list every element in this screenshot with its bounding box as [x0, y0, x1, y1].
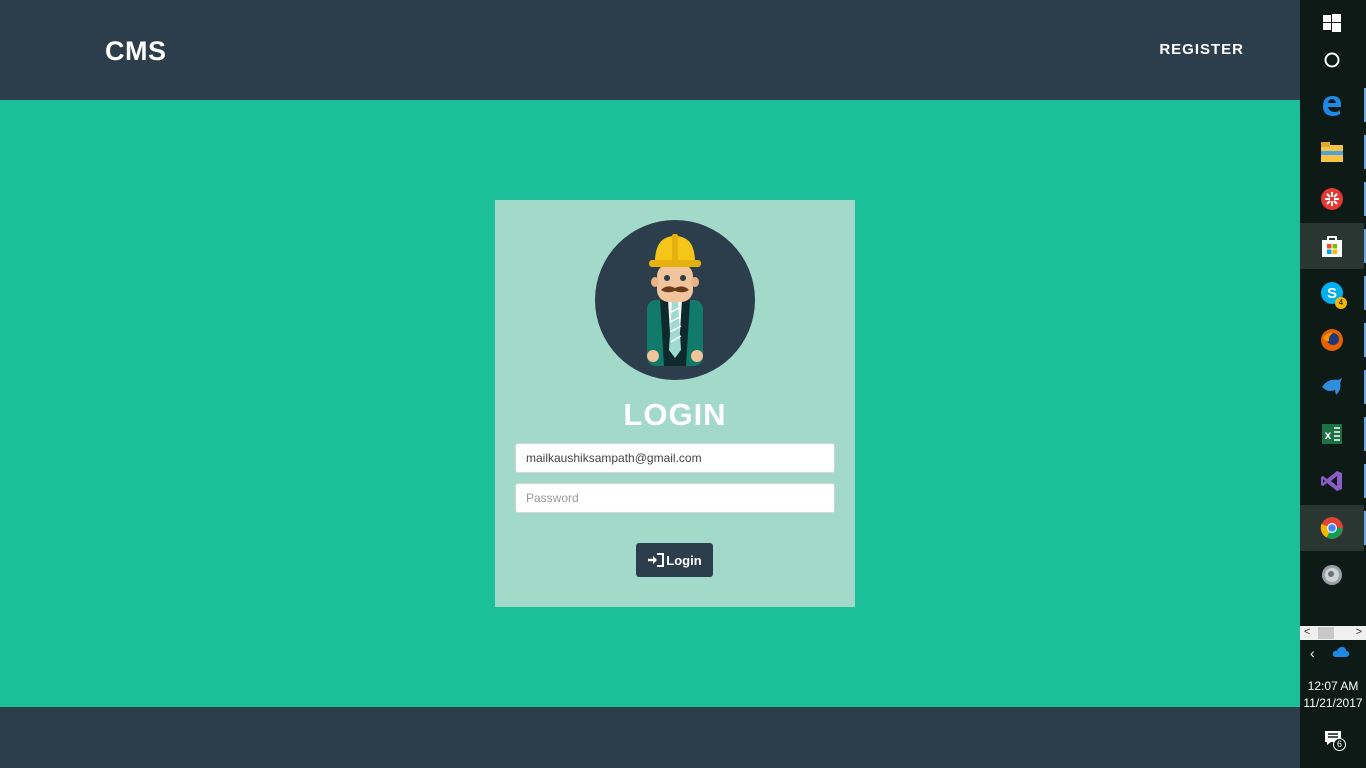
taskbar-edge[interactable] — [1300, 82, 1366, 128]
visual-studio-icon — [1321, 471, 1342, 491]
brand-logo[interactable]: CMS — [105, 36, 167, 66]
taskbar-scrollbar[interactable]: < > — [1300, 626, 1366, 640]
taskbar-file-explorer[interactable] — [1300, 129, 1366, 175]
edge-icon — [1323, 96, 1341, 116]
svg-text:x: x — [1325, 428, 1332, 442]
taskbar-skype[interactable]: S 4 — [1300, 270, 1366, 316]
disc-icon — [1322, 565, 1342, 585]
onedrive-icon[interactable] — [1332, 646, 1350, 658]
taskbar-chrome[interactable] — [1300, 505, 1366, 551]
taskbar-red-app[interactable] — [1300, 176, 1366, 222]
scroll-right-icon[interactable]: > — [1356, 625, 1362, 639]
cortana-button[interactable] — [1300, 37, 1364, 83]
password-field[interactable] — [515, 483, 835, 513]
email-field[interactable] — [515, 443, 835, 473]
scroll-left-icon[interactable]: < — [1304, 625, 1310, 639]
taskbar-disc-app[interactable] — [1300, 552, 1364, 598]
login-title: LOGIN — [623, 397, 727, 432]
chrome-icon — [1320, 517, 1343, 539]
action-center-button[interactable]: 6 — [1324, 730, 1346, 752]
file-explorer-icon — [1321, 142, 1343, 162]
sign-in-icon — [648, 553, 665, 567]
taskbar: S 4 x < > ‹ 12:07 AM 11/21/2017 6 — [1300, 0, 1366, 768]
site: CMS REGISTER LOGIN mailkaushiksampath@gm… — [0, 0, 1300, 768]
dolphin-icon — [1322, 378, 1342, 395]
taskbar-visual-studio[interactable] — [1300, 458, 1366, 504]
cortana-icon — [1324, 52, 1340, 68]
navbar: CMS REGISTER — [0, 0, 1300, 100]
app-red-icon — [1321, 188, 1343, 210]
windows-start-icon — [1323, 14, 1341, 32]
clock-date[interactable]: 11/21/2017 — [1300, 696, 1366, 710]
worker-avatar-icon — [595, 220, 755, 380]
login-button[interactable]: Login — [636, 543, 713, 577]
login-card: LOGIN Login — [495, 200, 855, 607]
scroll-thumb[interactable] — [1318, 627, 1334, 639]
main-content: LOGIN Login — [0, 100, 1300, 707]
login-button-label: Login — [666, 552, 702, 568]
taskbar-store[interactable] — [1300, 223, 1366, 269]
register-link[interactable]: REGISTER — [1159, 42, 1244, 58]
skype-badge: 4 — [1335, 297, 1347, 309]
excel-icon: x — [1322, 424, 1342, 444]
taskbar-dolphin[interactable] — [1300, 364, 1366, 410]
footer — [0, 707, 1300, 768]
tray-expand-icon[interactable]: ‹ — [1310, 644, 1315, 662]
notification-badge: 6 — [1333, 738, 1346, 751]
firefox-icon — [1321, 329, 1343, 351]
clock-time[interactable]: 12:07 AM — [1300, 679, 1366, 693]
taskbar-firefox[interactable] — [1300, 317, 1366, 363]
store-icon — [1322, 236, 1342, 257]
taskbar-excel[interactable]: x — [1300, 411, 1366, 457]
